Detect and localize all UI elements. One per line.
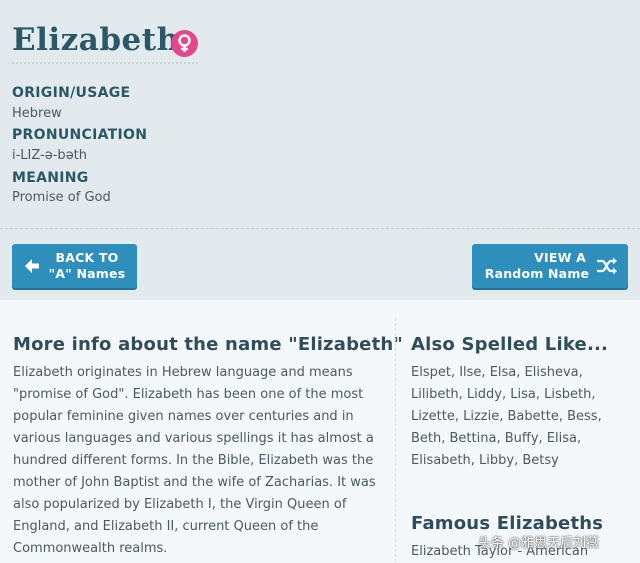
meaning-value: Promise of God xyxy=(12,190,111,205)
more-info-text-line: "promise of God". Elizabeth has been one… xyxy=(13,387,364,402)
title-divider xyxy=(12,62,198,64)
famous-heading: Famous Elizabeths xyxy=(411,513,604,534)
also-spelled-line: Elspet, Ilse, Elsa, Elisheva, xyxy=(411,365,583,380)
more-info-text-line: also popularized by Elizabeth I, the Vir… xyxy=(13,497,347,512)
view-random-name-button[interactable]: VIEW A Random Name xyxy=(472,244,628,288)
name-title: Elizabeth xyxy=(12,22,180,58)
watermark-text: 头条 @雅思天后刘薇 xyxy=(478,536,600,551)
also-spelled-line: Lilibeth, Liddy, Lisa, Lisbeth, xyxy=(411,387,596,402)
also-spelled-heading: Also Spelled Like... xyxy=(411,334,609,355)
more-info-text-line: mother of John Baptist and the wife of Z… xyxy=(13,475,376,490)
more-info-text-line: popular feminine given names over centur… xyxy=(13,409,354,424)
more-info-text: Elizabeth originates in Hebrew language … xyxy=(13,362,388,560)
origin-label: ORIGIN/USAGE xyxy=(12,85,131,101)
more-info-text-line: hundred different forms. In the Bible, E… xyxy=(13,453,374,468)
arrow-left-icon xyxy=(24,258,40,278)
more-info-text-line: England, and Elizabeth II, current Queen… xyxy=(13,519,319,534)
shuffle-icon xyxy=(596,256,618,280)
more-info-text-line: Commonwealth realms. xyxy=(13,541,168,556)
section-divider xyxy=(0,228,640,229)
back-to-a-names-button[interactable]: BACK TO "A" Names xyxy=(12,244,137,288)
female-symbol-icon xyxy=(171,30,198,57)
also-spelled-line: Elisabeth, Libby, Betsy xyxy=(411,453,559,468)
also-spelled-line: Beth, Bettina, Buffy, Elisa, xyxy=(411,431,582,446)
column-divider xyxy=(395,318,396,562)
meaning-label: MEANING xyxy=(12,170,89,186)
more-info-heading: More info about the name "Elizabeth" xyxy=(13,334,403,355)
also-spelled-line: Lizette, Lizzie, Babette, Bess, xyxy=(411,409,602,424)
also-spelled-list: Elspet, Ilse, Elsa, Elisheva, Lilibeth, L… xyxy=(411,362,636,472)
back-button-label: BACK TO "A" Names xyxy=(48,250,126,281)
pronunciation-label: PRONUNCIATION xyxy=(12,127,148,143)
more-info-text-line: Elizabeth originates in Hebrew language … xyxy=(13,365,353,380)
random-button-label: VIEW A Random Name xyxy=(484,250,590,281)
more-info-text-line: various languages and various spellings … xyxy=(13,431,374,446)
origin-value: Hebrew xyxy=(12,106,62,121)
pronunciation-value: i-LIZ-ə-bəth xyxy=(12,148,88,163)
